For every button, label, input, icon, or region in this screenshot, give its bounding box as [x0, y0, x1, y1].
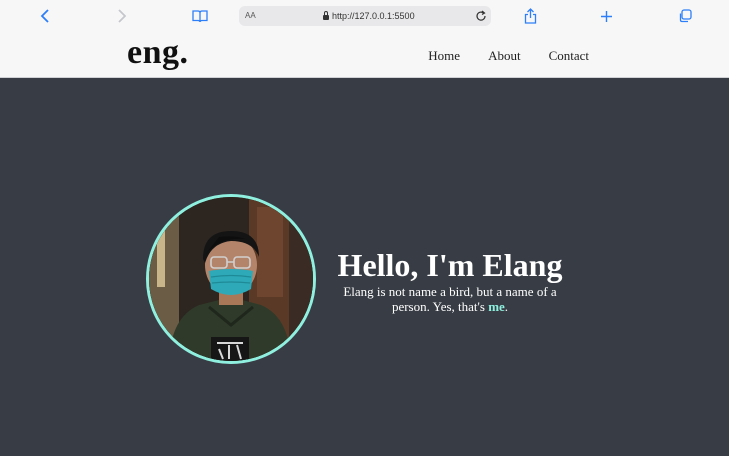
nav-about-link[interactable]: About	[488, 48, 521, 64]
url-bar[interactable]: AA http://127.0.0.1:5500	[239, 6, 491, 26]
hero-subtitle-text: Elang is not name a bird, but a name of …	[343, 284, 557, 314]
nav-contact-link[interactable]: Contact	[549, 48, 589, 64]
hero-text: Hello, I'm Elang Elang is not name a bir…	[334, 246, 566, 314]
url-text: http://127.0.0.1:5500	[332, 11, 415, 21]
forward-icon[interactable]	[112, 6, 132, 26]
site-header: eng. Home About Contact	[0, 32, 729, 78]
back-icon[interactable]	[35, 6, 55, 26]
browser-toolbar: AA http://127.0.0.1:5500	[0, 0, 729, 32]
share-icon[interactable]	[520, 6, 540, 26]
lock-icon	[323, 10, 329, 20]
tabs-icon[interactable]	[675, 6, 695, 26]
book-icon[interactable]	[190, 6, 210, 26]
url-text-wrapper: http://127.0.0.1:5500	[323, 10, 415, 21]
nav-home-link[interactable]: Home	[428, 48, 460, 64]
hero-subtitle: Elang is not name a bird, but a name of …	[334, 284, 566, 314]
reload-icon[interactable]	[475, 8, 487, 25]
hero-subtitle-end: .	[504, 299, 509, 314]
site-logo[interactable]: eng.	[127, 34, 189, 72]
profile-photo	[146, 194, 316, 364]
reader-options-button[interactable]: AA	[245, 11, 256, 20]
main-nav: Home About Contact	[428, 48, 589, 64]
hero-title: Hello, I'm Elang	[337, 247, 563, 283]
hero-subtitle-highlight: me	[488, 299, 505, 314]
new-tab-icon[interactable]	[596, 6, 616, 26]
